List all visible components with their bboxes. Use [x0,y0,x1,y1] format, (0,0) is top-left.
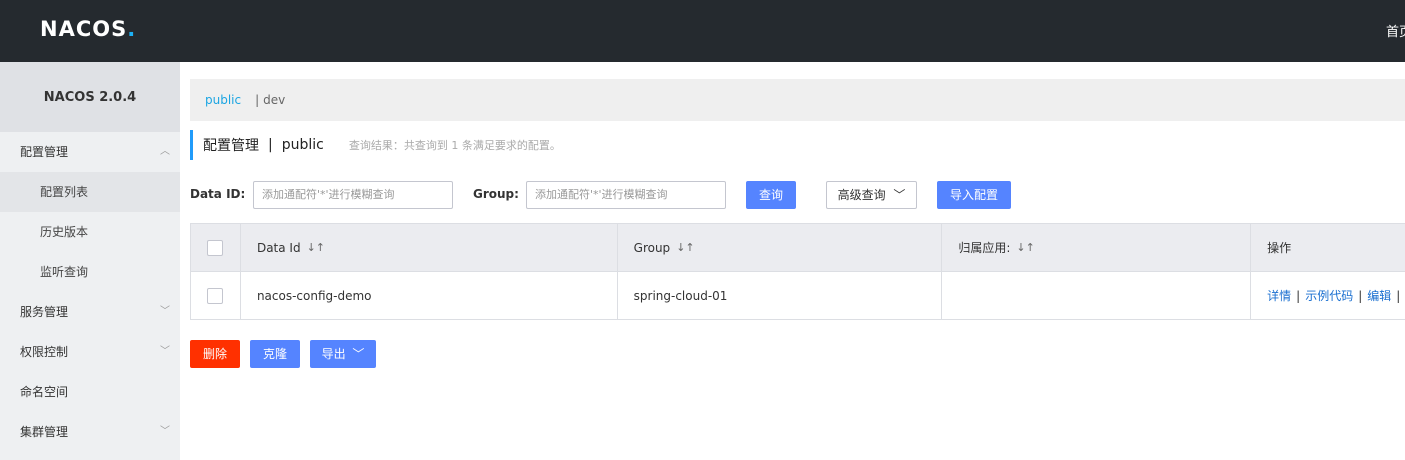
sidebar-item-label: 监听查询 [40,265,89,279]
header-label: 归属应用: [958,241,1011,255]
cell-operations: 详情 | 示例代码 | 编辑 | [1251,272,1405,320]
filter-bar: Data ID: 添加通配符'*'进行模糊查询 Group: 添加通配符'*'进… [190,181,1405,209]
namespace-bar: public | dev [190,79,1405,121]
row-checkbox-cell [191,272,241,320]
header-app[interactable]: 归属应用: ↓↑ [942,224,1252,272]
sidebar-item-label: 命名空间 [20,385,69,399]
page-title-text: 配置管理 [203,138,259,154]
sidebar-item-label: 集群管理 [20,425,69,439]
namespace-separator: | [255,93,260,107]
data-id-label: Data ID: [190,187,246,201]
header-label: 操作 [1267,241,1292,255]
sample-code-link[interactable]: 示例代码 [1305,287,1353,304]
title-separator: | [268,137,273,153]
chevron-down-icon: ﹀ [893,188,906,202]
sidebar-item-config-management[interactable]: 配置管理 ︿ [0,132,180,172]
sidebar-item-cluster-management[interactable]: 集群管理 ﹀ [0,412,180,452]
header-label: Data Id [256,240,301,255]
sidebar-item-config-list[interactable]: 配置列表 [0,172,180,212]
chevron-down-icon: ﹀ [160,426,170,437]
top-header: NACOS. 首页 [0,0,1405,62]
header-label: Group [633,240,671,255]
select-all-checkbox[interactable] [207,239,224,256]
nav-home-link[interactable]: 首页 [1386,21,1405,40]
op-separator: | [1396,288,1401,303]
clone-button[interactable]: 克隆 [250,340,300,368]
sort-icon[interactable]: ↓↑ [676,241,694,254]
sidebar-item-access-control[interactable]: 权限控制 ﹀ [0,332,180,372]
header-checkbox-cell [191,224,241,272]
logo-dot: . [127,17,137,41]
header-group[interactable]: Group ↓↑ [617,224,943,272]
query-result-info: 查询结果：共查询到 1 条满足要求的配置。 [348,139,561,152]
sidebar-version: NACOS 2.0.4 [0,62,180,132]
row-checkbox[interactable] [207,287,224,304]
sidebar-item-history[interactable]: 历史版本 [0,212,180,252]
sidebar-item-namespace[interactable]: 命名空间 [0,372,180,412]
export-button[interactable]: 导出 ﹀ [310,340,376,368]
namespace-dev-link[interactable]: dev [263,93,285,107]
chevron-down-icon: ﹀ [160,346,170,357]
sidebar-item-label: 权限控制 [20,345,69,359]
edit-link[interactable]: 编辑 [1367,287,1391,304]
sort-icon[interactable]: ↓↑ [1016,241,1034,254]
op-separator: | [1296,288,1301,303]
advanced-query-button[interactable]: 高级查询 ﹀ [826,181,917,209]
query-button[interactable]: 查询 [746,181,796,209]
data-id-input[interactable]: 添加通配符'*'进行模糊查询 [253,181,453,209]
config-table: Data Id ↓↑ Group ↓↑ 归属应用: ↓↑ 操作 nacos-co… [190,223,1405,320]
chevron-down-icon: ﹀ [160,306,170,317]
title-namespace: public [281,137,324,153]
advanced-query-label: 高级查询 [837,188,886,202]
cell-group: spring-cloud-01 [617,272,943,320]
export-label: 导出 [321,347,346,361]
logo-text: NAC [40,17,93,41]
page-title: 配置管理 | public 查询结果：共查询到 1 条满足要求的配置。 [190,130,561,160]
table-header-row: Data Id ↓↑ Group ↓↑ 归属应用: ↓↑ 操作 [191,224,1405,272]
chevron-down-icon: ﹀ [352,347,365,361]
sidebar-item-label: 配置管理 [20,145,69,159]
header-operations: 操作 [1251,224,1405,272]
group-label: Group: [473,187,519,201]
sidebar-item-label: 历史版本 [40,225,89,239]
import-config-button[interactable]: 导入配置 [937,181,1011,209]
group-input[interactable]: 添加通配符'*'进行模糊查询 [526,181,726,209]
sort-icon[interactable]: ↓↑ [307,241,325,254]
sidebar-item-label: 服务管理 [20,305,69,319]
detail-link[interactable]: 详情 [1267,287,1291,304]
sidebar: NACOS 2.0.4 配置管理 ︿ 配置列表 历史版本 监听查询 服务管理 ﹀… [0,62,180,460]
table-row: nacos-config-demo spring-cloud-01 详情 | 示… [191,272,1405,320]
delete-button[interactable]: 删除 [190,340,240,368]
nacos-logo[interactable]: NACOS. [40,17,136,41]
main-content: public | dev 配置管理 | public 查询结果：共查询到 1 条… [180,62,1405,460]
sidebar-item-listener-query[interactable]: 监听查询 [0,252,180,292]
logo-text-co: OS [92,17,128,41]
cell-data-id: nacos-config-demo [240,272,618,320]
op-separator: | [1358,288,1363,303]
namespace-public-link[interactable]: public [205,93,241,107]
sidebar-item-label: 配置列表 [40,185,89,199]
chevron-up-icon: ︿ [160,146,170,157]
header-data-id[interactable]: Data Id ↓↑ [240,224,618,272]
cell-app [942,272,1252,320]
sidebar-item-service-management[interactable]: 服务管理 ﹀ [0,292,180,332]
